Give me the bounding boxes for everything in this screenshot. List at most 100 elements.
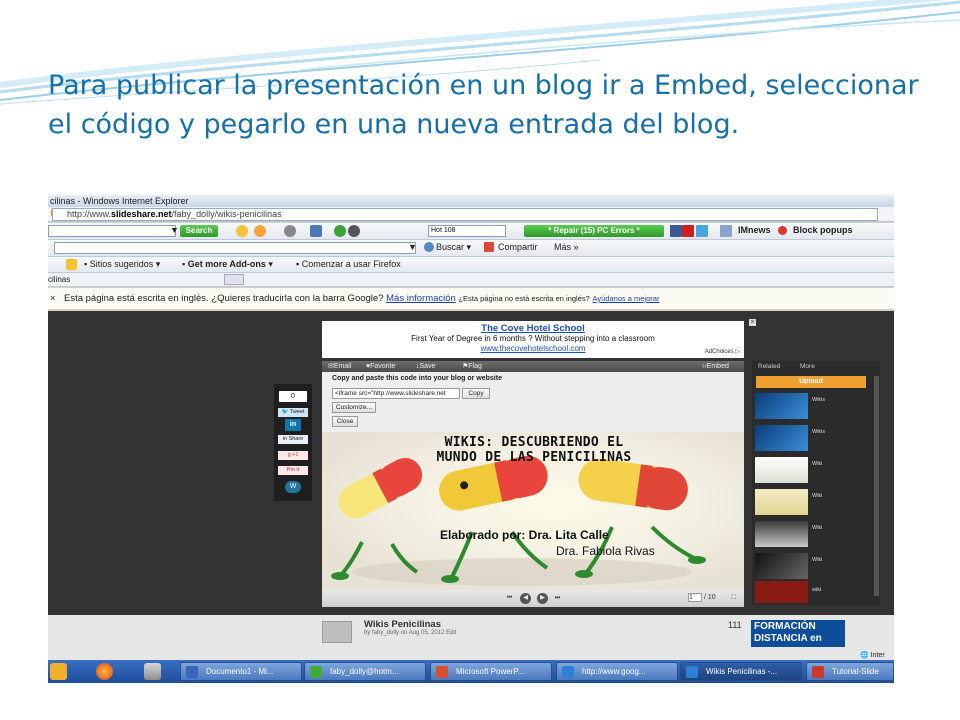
view-count: 111: [728, 620, 742, 630]
player-action-bar: ✉ Email ♥ Favorite ↓ Save file ⚑ Flag ‹›…: [322, 361, 744, 381]
list-item[interactable]: [755, 393, 808, 419]
search-icon[interactable]: [424, 242, 434, 252]
flag-button[interactable]: ⚑ Flag: [462, 361, 482, 372]
mail-icon[interactable]: [720, 225, 732, 237]
list-item[interactable]: [755, 457, 808, 483]
first-slide-icon[interactable]: ⏮: [504, 593, 515, 604]
share-icon[interactable]: [484, 242, 494, 252]
translate-bar: × Esta página está escrita en inglés. ¿Q…: [48, 288, 894, 310]
screen-icon[interactable]: [310, 225, 322, 237]
slide-author-line1: Elaborado por: Dra. Lita Calle: [440, 528, 609, 542]
glasses-icon[interactable]: [284, 225, 296, 237]
tab-current[interactable]: cilinas: [48, 272, 70, 287]
presentation-name[interactable]: Wikis Penicilinas: [364, 619, 441, 630]
radio-station-select[interactable]: Hot 108: [428, 225, 506, 237]
ad-url[interactable]: www.thecovehotelschool.com: [322, 344, 744, 354]
zone-status: 🌐 Inter: [860, 652, 885, 659]
next-slide-button[interactable]: ▶: [537, 593, 548, 604]
mas-button[interactable]: Más »: [554, 240, 579, 255]
upload-button[interactable]: Upload: [756, 376, 866, 388]
taskbar-item-hotmail[interactable]: faby_dolly@hotm...: [304, 662, 426, 681]
translate-message: Esta página está escrita en inglés. ¿Qui…: [64, 293, 384, 304]
repair-pc-errors-button[interactable]: * Repair (15) PC Errors *: [524, 225, 664, 237]
tab-more[interactable]: More: [800, 361, 815, 372]
chevron-down-icon[interactable]: ▼: [170, 223, 179, 238]
google-plus-button[interactable]: g +1: [278, 451, 308, 460]
list-item[interactable]: [755, 521, 808, 547]
last-slide-icon[interactable]: ⏭: [552, 593, 563, 604]
taskbar-item-google[interactable]: http://www.goog...: [556, 662, 678, 681]
page-number[interactable]: 1: [688, 593, 702, 602]
slide-title: Para publicar la presentación en un blog…: [48, 70, 919, 140]
save-file-button[interactable]: ↓ Save file: [416, 361, 435, 381]
favorites-bar: ▪ Sitios sugeridos ▾ ▪ Get more Add-ons …: [48, 257, 894, 273]
firefox-link[interactable]: ▪ Comenzar a usar Firefox: [296, 257, 401, 272]
related-tabs: Related More: [752, 361, 880, 372]
search-button[interactable]: Search: [180, 225, 218, 237]
copy-button[interactable]: Copy: [462, 388, 490, 399]
imnews-link[interactable]: IMnews: [738, 223, 771, 238]
windows-taskbar: Documento1 - Mi... faby_dolly@hotm... Mi…: [48, 660, 894, 683]
ad-close-button[interactable]: ×: [749, 319, 756, 326]
compartir-button[interactable]: Compartir: [498, 240, 538, 255]
share-count: 0: [279, 391, 307, 402]
list-item[interactable]: [755, 553, 808, 579]
ad-banner[interactable]: The Cove Hotel School First Year of Degr…: [322, 321, 744, 358]
messenger-icon[interactable]: [144, 663, 161, 680]
formacion-ad[interactable]: FORMACIÓN DISTANCIA en: [751, 620, 845, 647]
wordpress-icon[interactable]: W: [285, 481, 301, 493]
toolbar-search-input[interactable]: [48, 225, 176, 237]
block-popups-button[interactable]: Block popups: [793, 223, 853, 238]
block-popups-icon[interactable]: [778, 226, 787, 235]
pinterest-button[interactable]: Pin it: [278, 466, 308, 475]
previous-slide-button[interactable]: ◀: [520, 593, 531, 604]
share-column: 0 🐦 Tweet in in Share g +1 Pin it W: [274, 384, 312, 501]
youtube-icon[interactable]: [682, 225, 694, 237]
window-title: cilinas - Windows Internet Explorer: [48, 195, 894, 207]
linkedin-share-button[interactable]: in Share: [278, 435, 308, 444]
tweet-button[interactable]: 🐦 Tweet: [278, 408, 308, 417]
more-info-link[interactable]: Más información: [386, 293, 456, 304]
star-icon[interactable]: [66, 259, 77, 270]
ad-title[interactable]: The Cove Hotel School: [322, 324, 744, 334]
list-item[interactable]: [755, 425, 808, 451]
embed-button[interactable]: ‹› Embed: [702, 361, 729, 372]
taskbar-item-wikis[interactable]: Wikis Penicilinas -...: [680, 662, 802, 681]
embed-code-field[interactable]: <iframe src="http://www.slideshare.net: [332, 388, 460, 399]
new-tab-button[interactable]: [224, 274, 244, 285]
related-item-label: Wiki: [812, 557, 823, 563]
tab-related[interactable]: Related: [758, 361, 780, 372]
url-input[interactable]: http://www.slideshare.net/faby_dolly/wik…: [52, 208, 878, 221]
facebook-icon[interactable]: [670, 225, 682, 237]
play-icon[interactable]: [334, 225, 346, 237]
related-item-label: Wikis: [812, 397, 826, 403]
sitios-sugeridos-link[interactable]: ▪ Sitios sugeridos ▾: [84, 257, 160, 272]
related-scrollbar[interactable]: [874, 376, 879, 596]
emoticon-icon[interactable]: [254, 225, 266, 237]
taskbar-item-word[interactable]: Documento1 - Mi...: [180, 662, 302, 681]
avatar[interactable]: [322, 621, 352, 643]
twitter-icon[interactable]: [696, 225, 708, 237]
email-button[interactable]: ✉ Email: [328, 361, 351, 372]
chevron-down-icon[interactable]: ▼: [408, 240, 417, 255]
record-icon[interactable]: [348, 225, 360, 237]
buscar-button[interactable]: Buscar ▾: [436, 240, 471, 255]
favorite-button[interactable]: ♥ Favorite: [366, 361, 395, 372]
customize-button[interactable]: Customize...: [332, 402, 376, 413]
google-search-input[interactable]: [54, 242, 416, 254]
linkedin-icon[interactable]: in: [285, 419, 301, 431]
list-item[interactable]: [755, 581, 808, 603]
winamp-icon[interactable]: [50, 663, 67, 680]
taskbar-item-tutorial[interactable]: Tutorial-Slide: [806, 662, 894, 681]
close-embed-button[interactable]: Close: [332, 416, 358, 427]
taskbar-item-powerpoint[interactable]: Microsoft PowerP...: [430, 662, 552, 681]
firefox-icon[interactable]: [96, 663, 113, 680]
fullscreen-icon[interactable]: ⛶: [728, 593, 739, 604]
get-addons-link[interactable]: ▪ Get more Add-ons ▾: [182, 257, 273, 272]
close-icon[interactable]: ×: [50, 288, 56, 310]
related-panel: Related More Upload Wikis Wikis Wiki Wik…: [752, 361, 880, 605]
help-improve-link[interactable]: Ayúdanos a mejorar: [592, 294, 659, 303]
list-item[interactable]: [755, 489, 808, 515]
smiley-icon[interactable]: [236, 225, 248, 237]
ad-choices[interactable]: AdChoices ▷: [705, 347, 740, 357]
